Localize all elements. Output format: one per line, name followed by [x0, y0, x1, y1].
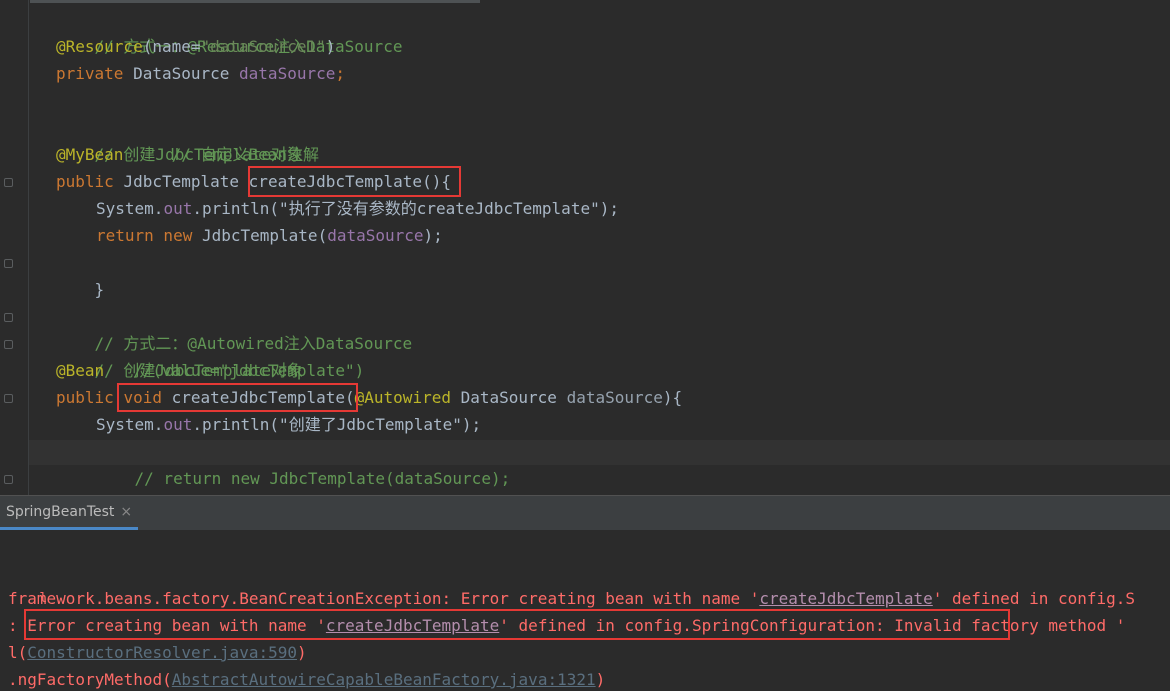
close-icon[interactable]: ×	[120, 504, 132, 520]
fold-end-icon[interactable]	[4, 475, 13, 484]
dot: .	[192, 199, 202, 218]
string-arg: ("执行了没有参数的createJdbcTemplate");	[269, 199, 619, 218]
method-call: println	[201, 415, 270, 434]
closing-brace: }	[94, 280, 105, 299]
code-editor[interactable]: // 方式一：@Resource注入DataSource @Resource(n…	[0, 0, 1170, 495]
class-ref: System.	[96, 199, 164, 218]
keyword: public	[56, 172, 124, 191]
field-ref: out	[163, 199, 193, 218]
code-line-3[interactable]: private DataSource dataSource;	[56, 60, 345, 87]
console-text: )	[296, 643, 307, 662]
field-ref: out	[163, 415, 193, 434]
parameter-name: dataSource	[566, 388, 663, 407]
run-tool-window-tabbar: SpringBeanTest ×	[0, 496, 1170, 530]
comment: //(value="jdbcTemplate")	[104, 361, 365, 380]
code-line-2[interactable]: @Resource(name="dataSource1")	[56, 33, 335, 60]
code-line-16[interactable]: System.out.println("创建了JdbcTemplate");	[96, 411, 481, 438]
tab-label: SpringBeanTest	[6, 503, 115, 520]
annotation-highlight-box	[117, 383, 358, 412]
console-text: ' defined in config.S	[932, 589, 1136, 608]
stacktrace-link[interactable]: AbstractAutowireCapableBeanFactory.java:…	[172, 670, 596, 689]
annotation-key: name=	[152, 37, 201, 56]
type-name: DataSource	[133, 64, 240, 83]
console-line: l(ConstructorResolver.java:590)	[8, 639, 307, 666]
fold-start-icon[interactable]	[4, 178, 13, 187]
paren: (	[142, 37, 153, 56]
code-line-1[interactable]: // 方式一：@Resource注入DataSource	[56, 6, 403, 56]
string-literal: "dataSource1"	[200, 37, 326, 56]
code-line-6[interactable]: @MyBean // 自定义Bean注解	[56, 141, 319, 168]
tab-springbeantest[interactable]: SpringBeanTest ×	[0, 496, 139, 530]
console-link[interactable]: createJdbcTemplate	[759, 589, 932, 608]
code-line-9[interactable]: return new JdbcTemplate(dataSource);	[96, 222, 443, 249]
code-line-17[interactable]: // return new JdbcTemplate(dataSource);	[96, 438, 511, 488]
field-name: dataSource	[239, 64, 336, 83]
method-call: println	[201, 199, 270, 218]
annotation: @Bean	[56, 361, 105, 380]
stacktrace-link[interactable]: ConstructorResolver.java:590	[27, 643, 297, 662]
horizontal-scrollbar[interactable]	[30, 0, 480, 3]
paren-brace: ){	[662, 388, 683, 407]
console-text: .ngFactoryMethod(	[8, 670, 172, 689]
type-name: JdbcTemplate	[123, 172, 249, 191]
code-line-8[interactable]: System.out.println("执行了没有参数的createJdbcTe…	[96, 195, 619, 222]
keyword: return new	[96, 226, 202, 245]
dot: .	[192, 415, 202, 434]
keyword: public	[56, 388, 124, 407]
annotation: @Autowired	[354, 388, 461, 407]
string-arg: ("创建了JdbcTemplate");	[269, 415, 482, 434]
console-line: framework.beans.factory.BeanCreationExce…	[8, 585, 1135, 612]
gutter-separator	[28, 0, 29, 495]
annotation: @MyBean	[56, 145, 124, 164]
keyword: private	[56, 64, 134, 83]
comment: // 自定义Bean注解	[123, 145, 320, 164]
paren: );	[423, 226, 443, 245]
type-name: JdbcTemplate(	[201, 226, 328, 245]
fold-start-icon[interactable]	[4, 313, 13, 322]
annotation: @Resource	[56, 37, 143, 56]
code-line-14[interactable]: @Bean //(value="jdbcTemplate")	[56, 357, 364, 384]
fold-end-icon[interactable]	[4, 340, 13, 349]
code-line-13[interactable]: // 创建JdbcTemplate对象	[56, 330, 304, 380]
console-line: .ngFactoryMethod(AbstractAutowireCapable…	[8, 666, 605, 691]
code-line-10[interactable]: }	[56, 249, 105, 299]
fold-start-icon[interactable]	[4, 394, 13, 403]
fold-end-icon[interactable]	[4, 259, 13, 268]
console-output[interactable]: l framework.beans.factory.BeanCreationEx…	[0, 530, 1170, 691]
comment: // return new JdbcTemplate(dataSource);	[134, 469, 511, 488]
console-text: l(	[8, 643, 28, 662]
code-line-12[interactable]: // 方式二：@Autowired注入DataSource	[56, 303, 413, 353]
console-text: framework.beans.factory.BeanCreationExce…	[8, 589, 760, 608]
console-line: l	[8, 558, 47, 606]
paren: )	[325, 37, 336, 56]
code-line-5[interactable]: // 创建JdbcTemplate对象	[56, 114, 304, 164]
annotation-highlight-box	[248, 166, 461, 197]
code-line-18[interactable]: }	[56, 465, 104, 492]
field-ref: dataSource	[327, 226, 424, 245]
type-name: DataSource	[460, 388, 567, 407]
semicolon: ;	[335, 64, 345, 83]
console-text: )	[595, 670, 606, 689]
class-ref: System.	[96, 415, 164, 434]
error-highlight-box	[24, 609, 1010, 640]
